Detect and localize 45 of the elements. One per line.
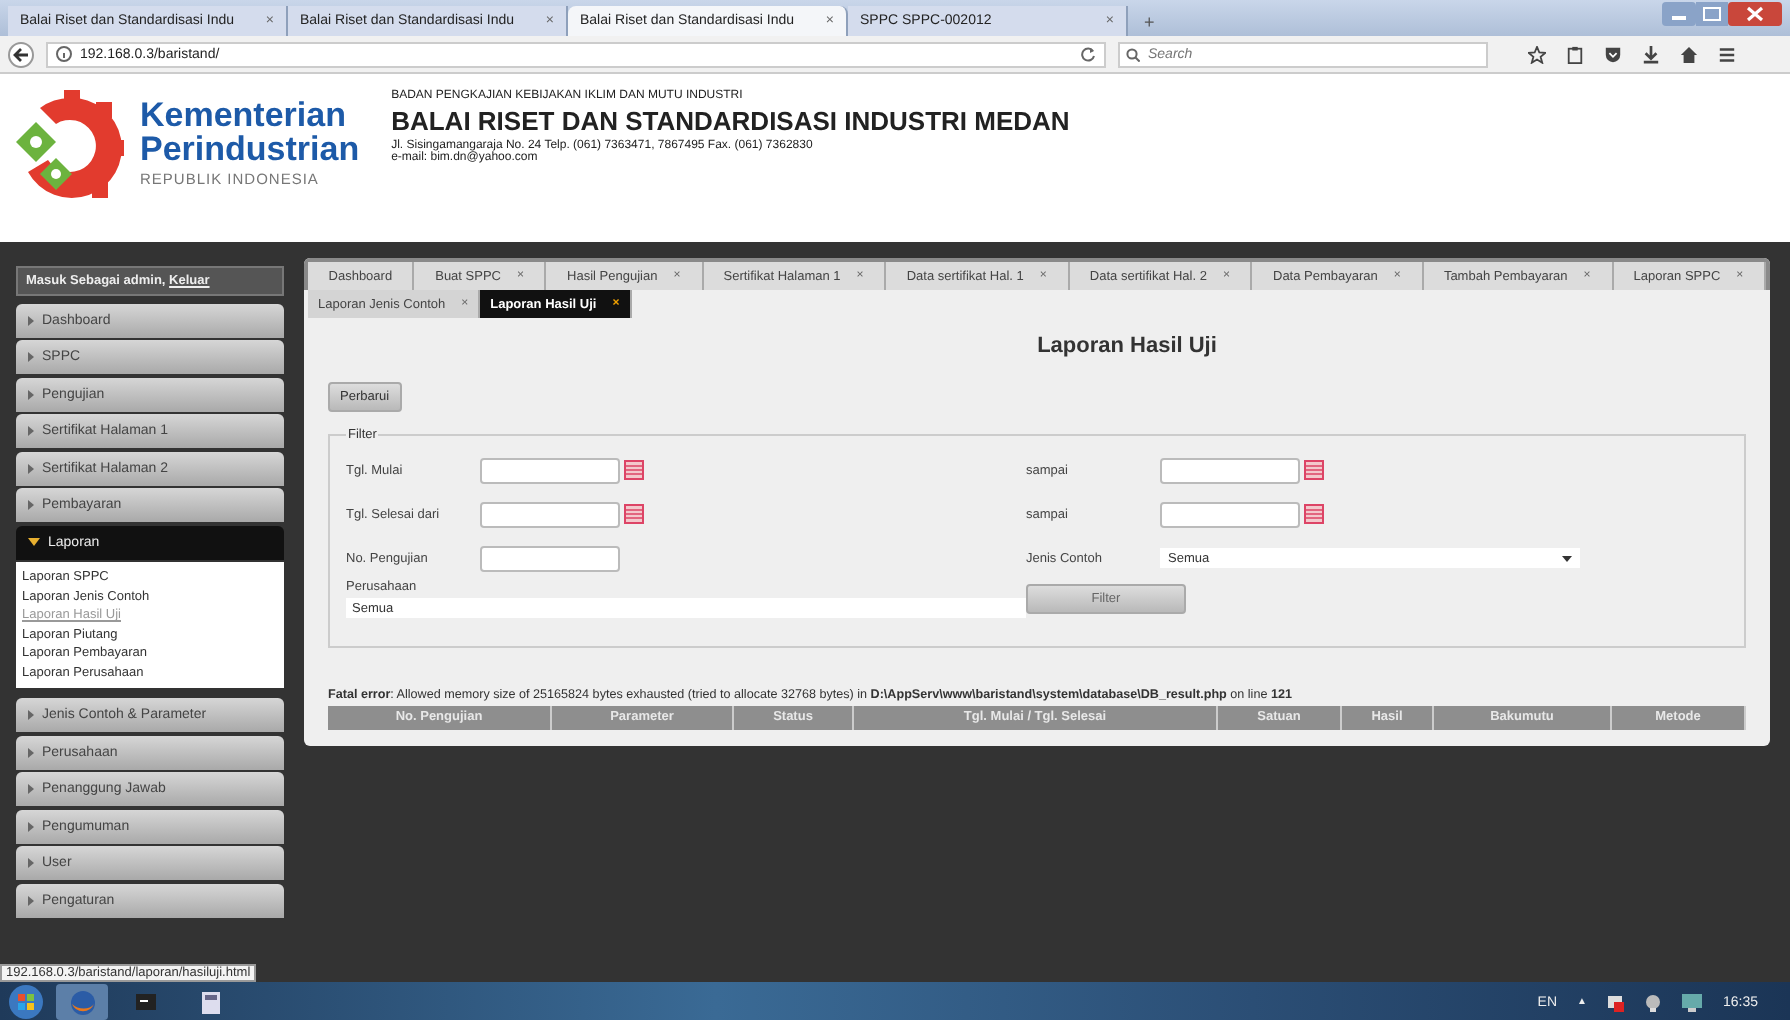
monitor-icon[interactable] bbox=[1682, 993, 1703, 1011]
date-field[interactable] bbox=[480, 457, 620, 483]
brand-name: Kementerian bbox=[140, 98, 348, 132]
chevron-right-icon bbox=[28, 747, 34, 758]
back-icon[interactable] bbox=[8, 41, 34, 67]
brand-name: Perindustrian bbox=[140, 132, 360, 166]
date-field[interactable] bbox=[480, 501, 620, 527]
chevron-right-icon bbox=[28, 821, 34, 832]
chevron-right-icon bbox=[28, 463, 34, 473]
calendar-icon[interactable] bbox=[624, 504, 644, 524]
info-icon bbox=[56, 46, 72, 62]
chevron-right-icon bbox=[28, 784, 34, 795]
flag-icon[interactable] bbox=[1606, 993, 1625, 1011]
caret-down-icon bbox=[28, 538, 40, 546]
chevron-right-icon bbox=[28, 500, 34, 510]
calendar-icon[interactable] bbox=[1304, 504, 1324, 524]
calendar-icon[interactable] bbox=[1304, 460, 1324, 480]
date-field[interactable] bbox=[1160, 457, 1300, 483]
reload-icon[interactable] bbox=[1080, 46, 1096, 62]
network-icon[interactable] bbox=[1644, 993, 1663, 1011]
chevron-right-icon bbox=[28, 895, 34, 906]
chevron-right-icon bbox=[28, 858, 34, 869]
chevron-right-icon bbox=[28, 352, 34, 362]
search-icon bbox=[1126, 47, 1140, 61]
new-tab-button[interactable]: + bbox=[1128, 6, 1171, 36]
site-title: BALAI RISET DAN STANDARDISASI INDUSTRI MEDAN bbox=[391, 106, 1070, 136]
terminal-icon[interactable] bbox=[136, 994, 156, 1010]
chevron-right-icon bbox=[28, 426, 34, 436]
chevron-right-icon bbox=[28, 710, 34, 721]
calculator-icon[interactable] bbox=[201, 991, 219, 1013]
page-title: Laporan Hasil Uji bbox=[1035, 334, 1219, 358]
chevron-right-icon bbox=[28, 315, 34, 325]
menu-icon[interactable] bbox=[1718, 45, 1736, 63]
calendar-icon[interactable] bbox=[624, 460, 644, 480]
start-button-icon[interactable] bbox=[8, 984, 44, 1020]
caret-down-icon bbox=[1562, 555, 1572, 561]
window-controls-drawing[interactable] bbox=[1662, 2, 1782, 28]
clipboard-icon[interactable] bbox=[1566, 45, 1584, 63]
chevron-right-icon bbox=[28, 389, 34, 399]
download-icon[interactable] bbox=[1642, 45, 1660, 63]
home-icon[interactable] bbox=[1680, 45, 1698, 63]
date-field[interactable] bbox=[1160, 501, 1300, 527]
star-icon[interactable] bbox=[1528, 45, 1546, 63]
input-field[interactable] bbox=[480, 545, 620, 571]
pocket-icon[interactable] bbox=[1604, 45, 1622, 63]
